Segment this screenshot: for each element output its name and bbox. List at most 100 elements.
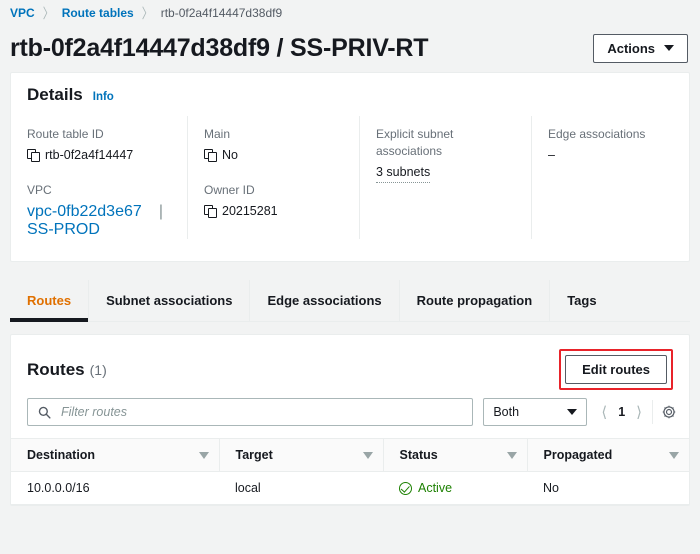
detail-value-row: –: [548, 147, 675, 164]
routes-table: Destination Target Status: [11, 438, 689, 505]
main-value: No: [222, 147, 238, 164]
tab-routes[interactable]: Routes: [10, 280, 88, 321]
vpc-separator: |: [159, 203, 163, 221]
tab-subnet-associations[interactable]: Subnet associations: [88, 280, 249, 321]
search-icon: [38, 406, 51, 419]
routes-count: (1): [90, 362, 107, 378]
route-type-select[interactable]: Both: [483, 398, 587, 426]
detail-label: Edge associations: [548, 126, 675, 143]
detail-value-row: rtb-0f2a4f14447: [27, 147, 173, 164]
actions-button-label: Actions: [607, 41, 655, 56]
status-label: Active: [418, 481, 452, 495]
route-table-id-value: rtb-0f2a4f14447: [45, 147, 133, 164]
details-card-header: Details Info: [11, 73, 689, 116]
tab-edge-associations[interactable]: Edge associations: [249, 280, 398, 321]
status-badge: Active: [399, 481, 517, 495]
detail-explicit-subnet-associations: Explicit subnet associations 3 subnets: [376, 126, 517, 183]
table-header-row: Destination Target Status: [11, 439, 689, 472]
detail-label: Main: [204, 126, 345, 143]
sort-icon[interactable]: [199, 452, 209, 459]
detail-owner-id: Owner ID 20215281: [204, 182, 345, 220]
pagination: ⟨ 1 ⟩: [597, 403, 642, 421]
edit-routes-button[interactable]: Edit routes: [565, 355, 667, 384]
breadcrumb-separator-icon: 〉: [43, 3, 54, 23]
column-header-label: Destination: [27, 448, 95, 462]
breadcrumb-item-route-tables[interactable]: Route tables: [62, 6, 134, 20]
details-column-4: Edge associations –: [531, 116, 689, 239]
column-header-target[interactable]: Target: [219, 439, 383, 472]
detail-label: Owner ID: [204, 182, 345, 199]
owner-id-value: 20215281: [222, 203, 278, 220]
search-box[interactable]: [27, 398, 473, 426]
breadcrumb-separator-icon: 〉: [142, 3, 153, 23]
vpc-id-link[interactable]: vpc-0fb22d3e67: [27, 203, 142, 221]
routes-card: Routes (1) Edit routes Both ⟨ 1: [10, 334, 690, 506]
sort-icon[interactable]: [507, 452, 517, 459]
detail-value-row: 3 subnets: [376, 164, 517, 183]
actions-button[interactable]: Actions: [593, 34, 688, 63]
tab-label: Tags: [567, 293, 596, 308]
search-input[interactable]: [59, 404, 462, 420]
table-row[interactable]: 10.0.0.0/16 local Active No: [11, 472, 689, 505]
breadcrumb-item-vpc[interactable]: VPC: [10, 6, 35, 20]
cell-status: Active: [383, 472, 527, 505]
previous-page-icon[interactable]: ⟨: [601, 403, 607, 421]
routes-card-header: Routes (1) Edit routes: [11, 335, 689, 398]
page-title: rtb-0f2a4f14447d38df9 / SS-PRIV-RT: [10, 34, 428, 63]
details-title: Details: [27, 85, 83, 105]
page-number[interactable]: 1: [618, 405, 625, 419]
copy-icon[interactable]: [27, 149, 39, 162]
routes-title: Routes: [27, 360, 85, 379]
column-header-label: Target: [236, 448, 273, 462]
route-type-select-value: Both: [493, 405, 519, 419]
settings-button[interactable]: [652, 400, 677, 424]
check-circle-icon: [399, 482, 412, 495]
column-header-propagated[interactable]: Propagated: [527, 439, 689, 472]
detail-label: Route table ID: [27, 126, 173, 143]
gear-icon: [661, 404, 677, 420]
tab-label: Edge associations: [267, 293, 381, 308]
vpc-name-link[interactable]: SS-PROD: [27, 221, 100, 238]
sort-icon[interactable]: [363, 452, 373, 459]
cell-target: local: [219, 472, 383, 505]
subnet-associations-value[interactable]: 3 subnets: [376, 164, 430, 183]
detail-vpc: VPC vpc-0fb22d3e67 | SS-PROD: [27, 182, 173, 239]
details-info-link[interactable]: Info: [93, 91, 114, 103]
sort-icon[interactable]: [669, 452, 679, 459]
tab-label: Routes: [27, 293, 71, 308]
column-header-destination[interactable]: Destination: [11, 439, 219, 472]
detail-edge-associations: Edge associations –: [548, 126, 675, 164]
breadcrumb-item-current: rtb-0f2a4f14447d38df9: [161, 6, 282, 20]
copy-icon[interactable]: [204, 205, 216, 218]
details-body: Route table ID rtb-0f2a4f14447 VPC vpc-0…: [11, 116, 689, 261]
breadcrumb: VPC 〉 Route tables 〉 rtb-0f2a4f14447d38d…: [0, 0, 700, 22]
tab-route-propagation[interactable]: Route propagation: [399, 280, 550, 321]
tab-label: Subnet associations: [106, 293, 232, 308]
chevron-down-icon: [664, 45, 674, 51]
detail-main: Main No: [204, 126, 345, 164]
routes-table-head: Destination Target Status: [11, 439, 689, 472]
routes-table-body: 10.0.0.0/16 local Active No: [11, 472, 689, 505]
routes-heading: Routes (1): [27, 360, 107, 380]
cell-destination: 10.0.0.0/16: [11, 472, 219, 505]
tab-label: Route propagation: [417, 293, 533, 308]
column-header-label: Propagated: [544, 448, 613, 462]
details-column-2: Main No Owner ID 20215281: [187, 116, 359, 239]
chevron-down-icon: [567, 409, 577, 415]
copy-icon[interactable]: [204, 149, 216, 162]
routes-toolbar: Both ⟨ 1 ⟩: [11, 398, 689, 438]
vpc-value-row: vpc-0fb22d3e67 |: [27, 203, 163, 221]
page-header: rtb-0f2a4f14447d38df9 / SS-PRIV-RT Actio…: [0, 22, 700, 72]
column-header-status[interactable]: Status: [383, 439, 527, 472]
tab-tags[interactable]: Tags: [549, 280, 613, 321]
tab-bar: Routes Subnet associations Edge associat…: [10, 280, 690, 322]
cell-propagated: No: [527, 472, 689, 505]
next-page-icon[interactable]: ⟩: [636, 403, 642, 421]
column-header-label: Status: [400, 448, 438, 462]
edge-associations-value: –: [548, 147, 555, 164]
detail-label: VPC: [27, 182, 173, 199]
detail-route-table-id: Route table ID rtb-0f2a4f14447: [27, 126, 173, 164]
detail-value-row: 20215281: [204, 203, 345, 220]
details-card: Details Info Route table ID rtb-0f2a4f14…: [10, 72, 690, 262]
detail-label: Explicit subnet associations: [376, 126, 517, 160]
